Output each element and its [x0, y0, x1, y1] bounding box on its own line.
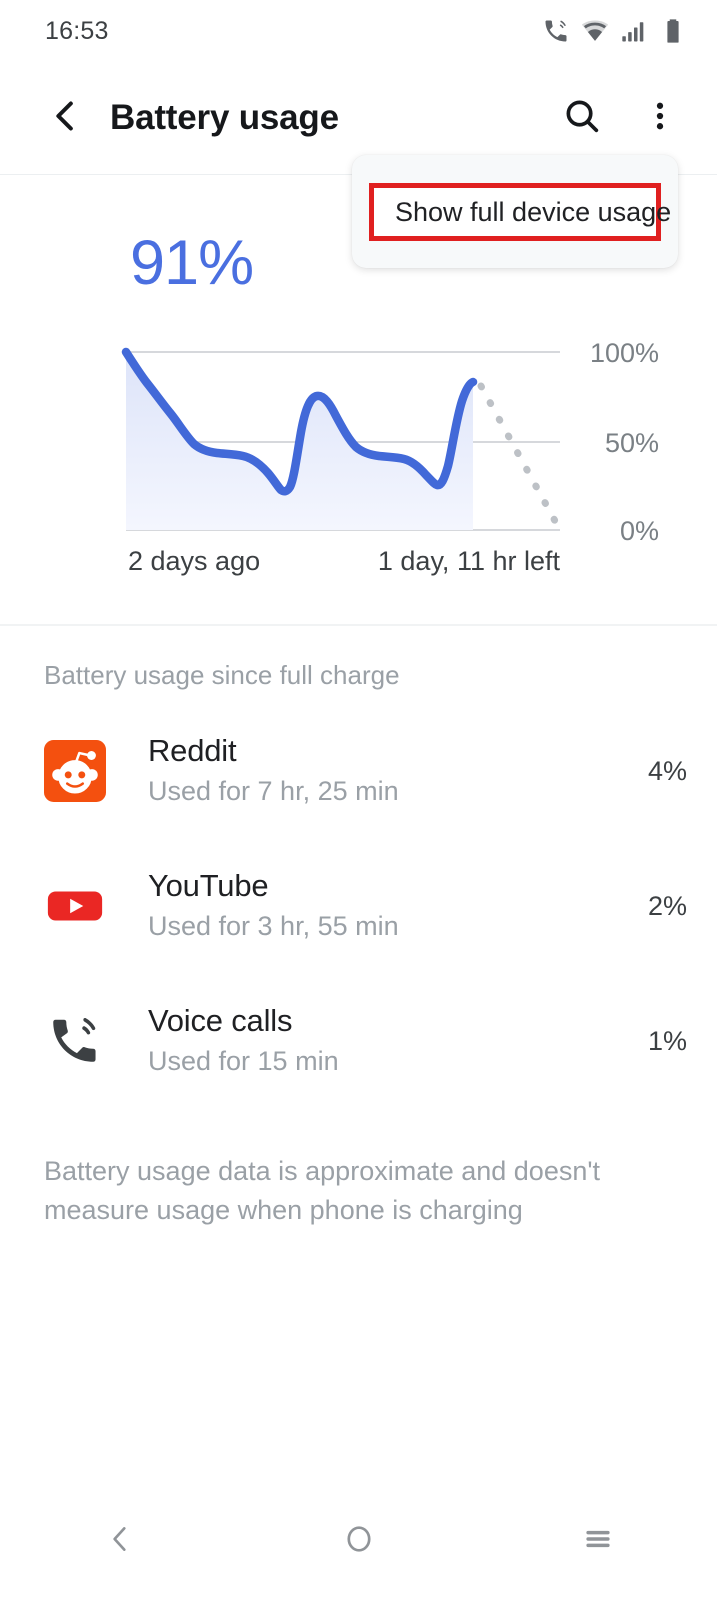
volte-call-icon — [542, 17, 570, 45]
nav-recents-icon — [581, 1522, 615, 1561]
list-item-title: Reddit — [148, 733, 237, 769]
list-item[interactable]: Reddit Used for 7 hr, 25 min 4% — [0, 716, 717, 826]
list-item-title: Voice calls — [148, 1003, 293, 1039]
list-item[interactable]: YouTube Used for 3 hr, 55 min 2% — [0, 851, 717, 961]
section-divider — [0, 624, 717, 626]
nav-back-icon — [103, 1522, 137, 1561]
nav-back-button[interactable] — [65, 1501, 175, 1581]
search-button[interactable] — [555, 91, 609, 145]
page-title: Battery usage — [110, 98, 339, 137]
status-bar-clock: 16:53 — [45, 16, 109, 45]
y-tick-50: 50% — [604, 428, 659, 458]
phone-screen: 16:53 Battery usage Show full device usa… — [0, 0, 717, 1600]
battery-percent-label: 91% — [130, 228, 254, 298]
status-bar: 16:53 — [0, 0, 717, 62]
footer-note: Battery usage data is approximate and do… — [44, 1156, 601, 1226]
menu-item-show-full-device-usage[interactable]: Show full device usage — [369, 183, 671, 241]
list-item-title: YouTube — [148, 868, 269, 904]
overflow-menu-button[interactable] — [633, 91, 687, 145]
list-item-subtitle: Used for 3 hr, 55 min — [148, 911, 399, 942]
overflow-menu-icon — [642, 98, 678, 139]
list-item-subtitle: Used for 15 min — [148, 1046, 339, 1077]
cellular-signal-icon — [620, 17, 648, 45]
list-item[interactable]: Voice calls Used for 15 min 1% — [0, 986, 717, 1096]
y-tick-100: 100% — [589, 338, 659, 368]
nav-home-icon — [342, 1522, 376, 1561]
x-label-end: 1 day, 11 hr left — [377, 546, 560, 576]
list-item-text: Reddit Used for 7 hr, 25 min — [148, 734, 632, 807]
status-bar-icons — [542, 17, 687, 45]
chart-x-axis: 2 days ago 1 day, 11 hr left — [0, 546, 717, 577]
list-item-percent: 2% — [647, 890, 687, 921]
list-item-text: YouTube Used for 3 hr, 55 min — [148, 869, 632, 942]
list-item-text: Voice calls Used for 15 min — [148, 1004, 632, 1077]
overflow-menu-popup: Show full device usage — [352, 155, 678, 268]
youtube-icon — [44, 875, 106, 937]
y-tick-0: 0% — [619, 516, 659, 546]
x-label-start: 2 days ago — [128, 546, 261, 576]
menu-item-label: Show full device usage — [395, 196, 672, 227]
search-icon — [561, 95, 603, 142]
nav-home-button[interactable] — [304, 1501, 414, 1581]
list-item-percent: 1% — [647, 1025, 687, 1056]
voice-calls-icon — [44, 1010, 106, 1072]
list-item-subtitle: Used for 7 hr, 25 min — [148, 776, 399, 807]
back-chevron-icon — [45, 96, 85, 141]
reddit-icon — [44, 740, 106, 802]
back-button[interactable] — [42, 95, 88, 141]
navigation-bar — [0, 1482, 717, 1600]
chart-y-axis: 100% 50% 0% — [0, 330, 717, 550]
wifi-icon — [581, 17, 609, 45]
nav-recents-button[interactable] — [543, 1501, 653, 1581]
list-item-percent: 4% — [647, 755, 687, 786]
usage-list-header: Battery usage since full charge — [44, 660, 400, 690]
battery-icon — [659, 17, 687, 45]
